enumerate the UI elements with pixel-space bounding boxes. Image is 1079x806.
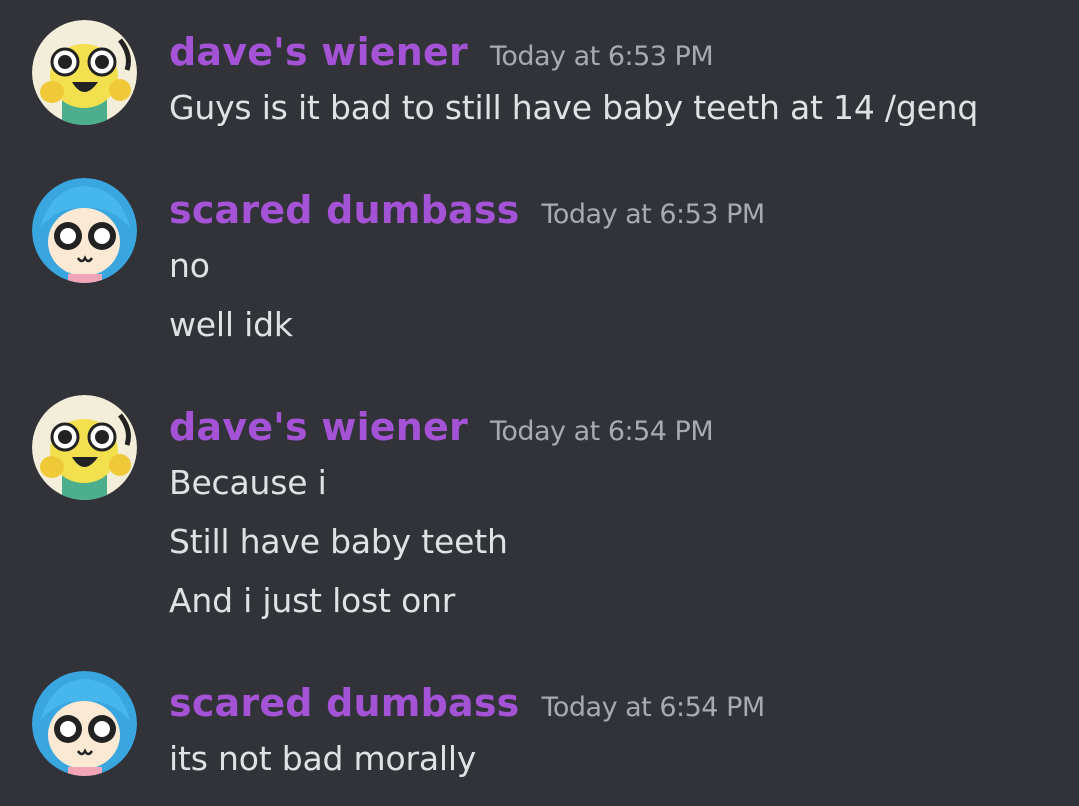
message-text: Still have baby teeth [169, 522, 508, 561]
message-header: dave's wiener Today at 6:54 PM [169, 405, 714, 449]
yellow-cartoon-avatar-icon [32, 20, 137, 125]
username[interactable]: scared dumbass [169, 188, 519, 232]
timestamp: Today at 6:53 PM [489, 41, 714, 72]
message-header: scared dumbass Today at 6:53 PM [169, 188, 765, 232]
message-text: no [169, 246, 210, 285]
timestamp: Today at 6:53 PM [541, 199, 765, 230]
message-text: Guys is it bad to still have baby teeth … [169, 88, 979, 127]
username[interactable]: dave's wiener [169, 30, 468, 74]
blue-hair-cartoon-avatar-icon [32, 178, 137, 283]
message-text: And i just lost onr [169, 581, 456, 620]
timestamp: Today at 6:54 PM [541, 692, 765, 723]
username[interactable]: dave's wiener [169, 405, 468, 449]
timestamp: Today at 6:54 PM [489, 416, 714, 447]
avatar[interactable] [32, 178, 137, 283]
yellow-cartoon-avatar-icon [32, 395, 137, 500]
message-text: Because i [169, 463, 327, 502]
avatar[interactable] [32, 395, 137, 500]
avatar[interactable] [32, 20, 137, 125]
message-header: scared dumbass Today at 6:54 PM [169, 681, 765, 725]
avatar[interactable] [32, 671, 137, 776]
message-header: dave's wiener Today at 6:53 PM [169, 30, 714, 74]
username[interactable]: scared dumbass [169, 681, 519, 725]
message-text: its not bad morally [169, 739, 477, 778]
blue-hair-cartoon-avatar-icon [32, 671, 137, 776]
message-text: well idk [169, 305, 293, 344]
